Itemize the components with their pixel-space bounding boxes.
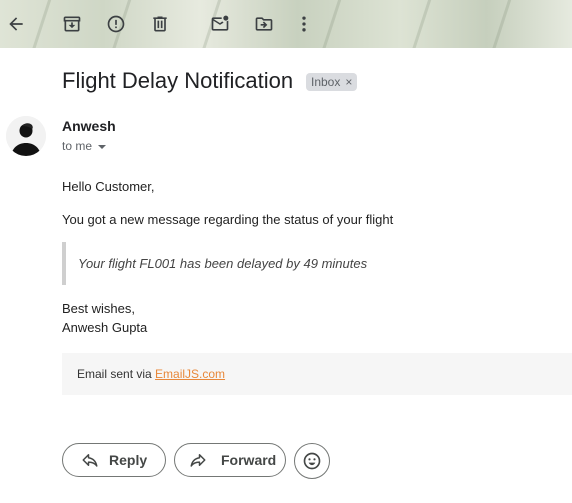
back-icon[interactable] xyxy=(4,12,28,36)
signoff-text: Best wishes, xyxy=(62,301,135,316)
forward-icon xyxy=(190,454,206,467)
greeting-text: Hello Customer, xyxy=(62,179,155,194)
archive-icon[interactable] xyxy=(60,12,84,36)
more-icon[interactable] xyxy=(292,12,316,36)
reply-label: Reply xyxy=(109,452,148,468)
smiley-icon xyxy=(303,452,321,470)
footer-prefix: Email sent via xyxy=(77,367,156,381)
toolbar xyxy=(0,0,572,48)
recipient-details-toggle[interactable]: to me xyxy=(62,139,107,153)
quote-text: Your flight FL001 has been delayed by 49… xyxy=(78,256,368,271)
quote-block: Your flight FL001 has been delayed by 49… xyxy=(62,242,406,285)
reply-button[interactable]: Reply xyxy=(62,443,166,477)
email-subject: Flight Delay Notification xyxy=(62,68,294,93)
recipient-label: to me xyxy=(62,139,93,153)
intro-text: You got a new message regarding the stat… xyxy=(62,212,394,227)
forward-label: Forward xyxy=(221,452,277,468)
sender-name: Anwesh xyxy=(62,118,116,134)
reply-icon xyxy=(82,454,98,467)
footer-box: Email sent via EmailJS.com xyxy=(62,353,572,395)
emoji-reaction-button[interactable] xyxy=(294,443,330,479)
chevron-down-icon[interactable] xyxy=(98,145,107,149)
avatar[interactable] xyxy=(6,116,46,156)
label-text: Inbox xyxy=(311,75,341,89)
mark-unread-icon[interactable] xyxy=(208,12,232,36)
emailjs-link[interactable]: EmailJS.com xyxy=(155,367,225,381)
remove-label-icon[interactable]: × xyxy=(345,75,352,89)
report-spam-icon[interactable] xyxy=(104,12,128,36)
delete-icon[interactable] xyxy=(148,12,172,36)
forward-button[interactable]: Forward xyxy=(174,443,286,477)
signature-text: Anwesh Gupta xyxy=(62,320,148,335)
inbox-label-chip[interactable]: Inbox × xyxy=(306,73,358,91)
footer-text: Email sent via EmailJS.com xyxy=(77,367,225,381)
move-to-icon[interactable] xyxy=(252,12,276,36)
